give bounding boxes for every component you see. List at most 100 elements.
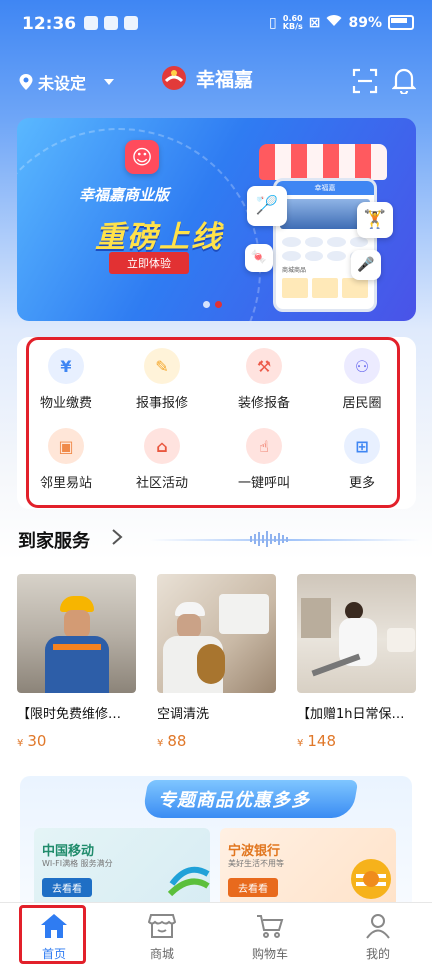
tab-label: 商城: [149, 947, 174, 961]
app-name: 幸福嘉: [196, 68, 254, 91]
scan-icon[interactable]: [352, 68, 378, 98]
promo-banner[interactable]: ☺ 幸福嘉商业版 重磅上线 立即体验 幸福嘉 商城商品 🏸 🏋 🍬 🎤: [17, 118, 416, 321]
price-value: 148: [307, 732, 337, 750]
china-mobile-logo-icon: [168, 866, 210, 897]
promo-card-desc: 美好生活不用等: [228, 859, 284, 868]
app-logo: 幸福嘉: [160, 64, 253, 92]
promo-section: 专题商品优惠多多 中国移动 WI-FI满格 服务满分 去看看 宁波银行 美好生活…: [20, 776, 412, 911]
carousel-dots: [203, 301, 222, 308]
app-notification-icon: [124, 16, 138, 30]
highlight-outline: [19, 905, 86, 964]
service-entry[interactable]: ⚇ 居民圈: [322, 348, 402, 411]
service-label: 社区活动: [135, 476, 188, 491]
service-item[interactable]: 【限时免费维修… ¥30: [17, 574, 136, 750]
service-label: 邻里易站: [39, 476, 92, 491]
wifi-icon: [326, 14, 342, 31]
banner-cta-button[interactable]: 立即体验: [109, 252, 189, 274]
section-title: 到家服务: [18, 531, 90, 552]
promo-card-nbbank[interactable]: 宁波银行 美好生活不用等 去看看: [220, 828, 396, 911]
phone-mockup: 幸福嘉 商城商品: [273, 178, 377, 312]
profile-icon: [363, 911, 393, 941]
box-icon: ▣: [48, 428, 84, 464]
service-item[interactable]: 【加赠1h日常保… ¥148: [297, 574, 416, 750]
chevron-right-icon[interactable]: [110, 528, 124, 551]
network-speed: 0.60 KB/s: [282, 14, 303, 31]
promo-card-name: 中国移动: [42, 844, 95, 859]
dumbbell-icon: 🏋: [357, 202, 393, 238]
tab-profile[interactable]: 我的: [324, 903, 432, 965]
tab-label: 我的: [365, 947, 390, 961]
location-selector[interactable]: 未设定: [18, 70, 116, 94]
call-icon: ☝: [246, 428, 282, 464]
service-price: ¥30: [17, 732, 136, 750]
app-notification-icon: [84, 16, 98, 30]
service-price: ¥148: [297, 732, 416, 750]
currency-symbol: ¥: [17, 738, 24, 749]
service-name: 空调清洗: [157, 707, 210, 722]
status-bar: 12:36 ▯ 0.60 KB/s ⊠ 89%: [0, 0, 432, 50]
decoration-icon: ⚒: [246, 348, 282, 384]
service-image: [157, 574, 276, 693]
service-label: 物业缴费: [39, 396, 92, 411]
service-image: [297, 574, 416, 693]
more-icon: ⊞: [344, 428, 380, 464]
logo-icon: [162, 66, 186, 90]
promo-card-button[interactable]: 去看看: [228, 878, 278, 897]
service-entry[interactable]: ▣ 邻里易站: [26, 428, 106, 491]
dropdown-caret-icon: [104, 79, 115, 85]
store-awning: [259, 144, 387, 180]
tab-shop[interactable]: 商城: [108, 903, 216, 965]
location-label: 未设定: [38, 74, 87, 93]
payment-icon: ¥: [48, 348, 84, 384]
battery-percent: 89%: [348, 14, 382, 31]
decorative-wave-bars: [250, 531, 288, 547]
service-entry[interactable]: ⊞ 更多: [322, 428, 402, 491]
vibrate-icon: ▯: [269, 14, 277, 31]
service-entry[interactable]: ☝ 一键呼叫: [224, 428, 304, 491]
tab-cart[interactable]: 购物车: [216, 903, 324, 965]
app-notification-icon: [104, 16, 118, 30]
report-icon: ✎: [144, 348, 180, 384]
banner-logo-icon: ☺: [125, 140, 159, 174]
status-right: ▯ 0.60 KB/s ⊠ 89%: [269, 14, 414, 31]
price-value: 88: [167, 732, 187, 750]
speed-unit: KB/s: [282, 21, 303, 31]
location-pin-icon: [19, 74, 33, 90]
service-label: 一键呼叫: [237, 476, 290, 491]
service-entry[interactable]: ✎ 报事报修: [122, 348, 202, 411]
promo-card-name: 宁波银行: [228, 844, 281, 859]
promo-card-desc: WI-FI满格 服务满分: [42, 859, 113, 868]
bell-icon[interactable]: [391, 66, 417, 98]
service-label: 装修报备: [237, 396, 290, 411]
service-name: 【限时免费维修…: [17, 707, 122, 722]
banner-title: 重磅上线: [95, 220, 223, 255]
service-entry[interactable]: ⌂ 社区活动: [122, 428, 202, 491]
badminton-icon: 🏸: [247, 186, 287, 226]
candy-icon: 🍬: [245, 244, 273, 272]
community-icon: ⚇: [344, 348, 380, 384]
promo-card-cmcc[interactable]: 中国移动 WI-FI满格 服务满分 去看看: [34, 828, 210, 911]
phone-app-header: 幸福嘉: [276, 181, 374, 195]
price-value: 30: [27, 732, 47, 750]
shop-icon: [147, 911, 177, 941]
microphone-icon: 🎤: [351, 250, 381, 280]
banner-subtitle: 幸福嘉商业版: [79, 186, 170, 204]
carousel-dot-active[interactable]: [215, 301, 222, 308]
service-entry[interactable]: ⚒ 装修报备: [224, 348, 304, 411]
currency-symbol: ¥: [297, 738, 304, 749]
service-label: 报事报修: [135, 396, 188, 411]
sim-icon: ⊠: [308, 14, 321, 31]
promo-title: 专题商品优惠多多: [158, 790, 310, 811]
activity-icon: ⌂: [144, 428, 180, 464]
battery-icon: [388, 15, 414, 30]
service-label: 居民圈: [342, 396, 382, 411]
currency-symbol: ¥: [157, 738, 164, 749]
cart-icon: [255, 911, 285, 941]
notification-icons: [84, 16, 138, 30]
service-item[interactable]: 空调清洗 ¥88: [157, 574, 276, 750]
service-label: 更多: [348, 476, 375, 491]
promo-card-button[interactable]: 去看看: [42, 878, 92, 897]
carousel-dot[interactable]: [203, 301, 210, 308]
service-entry[interactable]: ¥ 物业缴费: [26, 348, 106, 411]
status-time: 12:36: [22, 14, 77, 34]
